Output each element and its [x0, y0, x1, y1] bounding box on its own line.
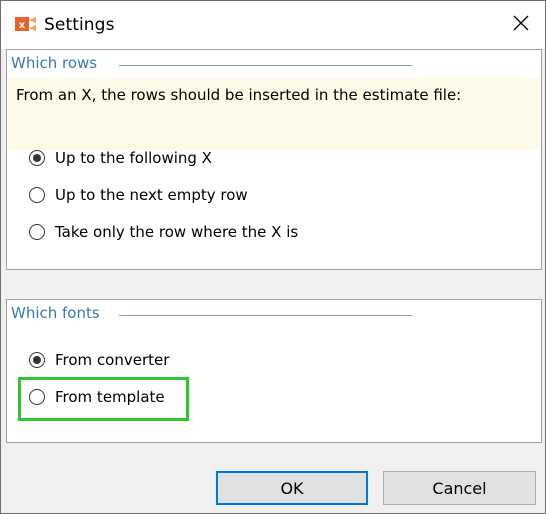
- radio-option-following-x[interactable]: Up to the following X: [29, 149, 212, 167]
- radio-label: From converter: [55, 351, 170, 369]
- window-title: Settings: [44, 15, 115, 35]
- rows-description: From an X, the rows should be inserted i…: [16, 86, 462, 104]
- rows-description-box: From an X, the rows should be inserted i…: [8, 78, 540, 150]
- radio-option-next-empty-row[interactable]: Up to the next empty row: [29, 186, 248, 204]
- ok-button[interactable]: OK: [216, 471, 368, 505]
- radio-option-from-converter[interactable]: From converter: [29, 351, 169, 369]
- group-title-fonts: Which fonts: [11, 304, 106, 322]
- settings-dialog: x Settings Which rows From an X, the row…: [0, 0, 546, 514]
- close-icon: [513, 15, 529, 35]
- app-icon: x: [15, 14, 37, 34]
- radio-label: From template: [55, 388, 165, 406]
- radio-label: Up to the following X: [55, 149, 212, 167]
- which-fonts-group: Which fonts From converter From template: [6, 299, 542, 443]
- which-rows-group: Which rows From an X, the rows should be…: [6, 49, 542, 270]
- radio-button[interactable]: [29, 187, 45, 203]
- radio-label: Up to the next empty row: [55, 186, 248, 204]
- radio-label: Take only the row where the X is: [55, 223, 299, 241]
- close-button[interactable]: [501, 5, 541, 45]
- group-divider: [119, 65, 412, 66]
- radio-option-from-template[interactable]: From template: [29, 388, 165, 406]
- group-divider: [119, 315, 412, 316]
- cancel-button[interactable]: Cancel: [383, 471, 536, 505]
- radio-option-only-x-row[interactable]: Take only the row where the X is: [29, 223, 298, 241]
- radio-button[interactable]: [29, 389, 45, 405]
- group-title-rows: Which rows: [11, 54, 104, 72]
- radio-button[interactable]: [29, 352, 45, 368]
- radio-button[interactable]: [29, 224, 45, 240]
- svg-text:x: x: [19, 20, 26, 31]
- radio-button[interactable]: [29, 150, 45, 166]
- title-bar: x Settings: [1, 1, 545, 49]
